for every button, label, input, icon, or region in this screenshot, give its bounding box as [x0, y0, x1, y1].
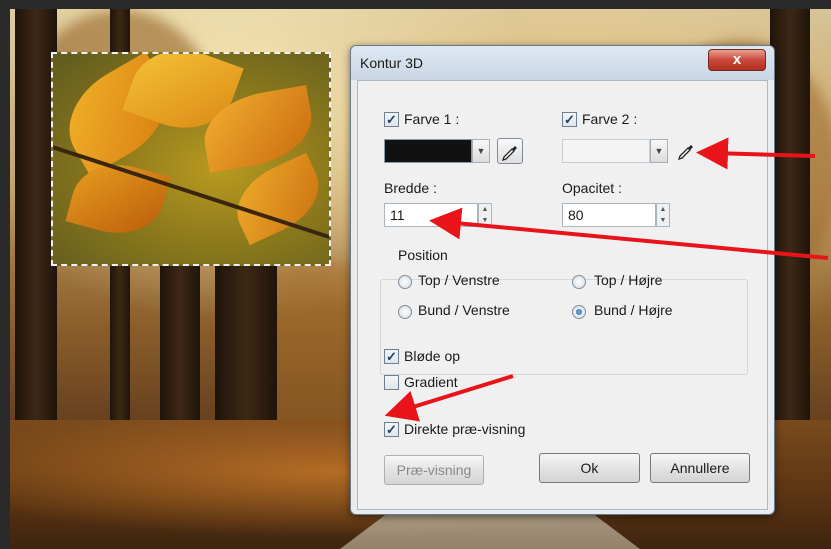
radio-top-left[interactable]: [398, 275, 412, 289]
color1-label: Farve 1 :: [404, 111, 460, 127]
radio-bottom-left[interactable]: [398, 305, 412, 319]
radio-bottom-right-label[interactable]: Bund / Højre: [594, 302, 673, 318]
kontur-3d-dialog: Kontur 3D x ✓ Farve 1 : ▼ ✓ Farve 2 : ▼: [350, 45, 775, 515]
soften-label[interactable]: Bløde op: [404, 348, 460, 364]
opacity-spinner[interactable]: ▲ ▼: [656, 203, 670, 227]
color1-dropdown[interactable]: ▼: [472, 139, 490, 163]
color2-label: Farve 2 :: [582, 111, 638, 127]
color1-swatch[interactable]: [384, 139, 472, 163]
spinner-up-icon[interactable]: ▲: [657, 204, 669, 215]
radio-top-right[interactable]: [572, 275, 586, 289]
spinner-up-icon[interactable]: ▲: [479, 204, 491, 215]
radio-bottom-left-label[interactable]: Bund / Venstre: [418, 302, 510, 318]
color2-dropdown[interactable]: ▼: [650, 139, 668, 163]
dialog-title: Kontur 3D: [360, 55, 424, 71]
color2-checkbox[interactable]: ✓: [562, 112, 577, 127]
chevron-down-icon: ▼: [654, 146, 664, 156]
position-label: Position: [398, 247, 448, 263]
live-preview-label[interactable]: Direkte præ-visning: [404, 421, 525, 437]
soften-checkbox[interactable]: ✓: [384, 349, 399, 364]
color2-swatch[interactable]: [562, 139, 650, 163]
live-preview-checkbox[interactable]: ✓: [384, 422, 399, 437]
close-icon: x: [732, 51, 742, 68]
radio-bottom-right[interactable]: [572, 305, 586, 319]
width-input[interactable]: 11: [384, 203, 478, 227]
eyedropper-icon: [677, 145, 693, 161]
spinner-down-icon[interactable]: ▼: [479, 215, 491, 226]
cancel-button[interactable]: Annullere: [650, 453, 750, 483]
spinner-down-icon[interactable]: ▼: [657, 215, 669, 226]
width-label: Bredde :: [384, 180, 437, 196]
color1-eyedropper-button[interactable]: [497, 138, 523, 164]
width-spinner[interactable]: ▲ ▼: [478, 203, 492, 227]
color2-eyedropper-button[interactable]: [674, 138, 700, 164]
eyedropper-icon: [501, 146, 517, 162]
gradient-checkbox[interactable]: [384, 375, 399, 390]
dialog-titlebar[interactable]: Kontur 3D x: [351, 46, 774, 80]
chevron-down-icon: ▼: [476, 146, 486, 156]
color1-checkbox[interactable]: ✓: [384, 112, 399, 127]
opacity-input[interactable]: 80: [562, 203, 656, 227]
radio-top-right-label[interactable]: Top / Højre: [594, 272, 662, 288]
window-frame-left: [0, 0, 10, 549]
ok-button[interactable]: Ok: [539, 453, 640, 483]
window-frame-top: [0, 0, 831, 9]
dialog-body: ✓ Farve 1 : ▼ ✓ Farve 2 : ▼ Bredde : 11 …: [357, 80, 768, 510]
radio-top-left-label[interactable]: Top / Venstre: [418, 272, 500, 288]
gradient-label[interactable]: Gradient: [404, 374, 458, 390]
opacity-label: Opacitet :: [562, 180, 622, 196]
leaf-image-selection[interactable]: [51, 52, 331, 266]
close-button[interactable]: x: [708, 49, 766, 71]
preview-button[interactable]: Præ-visning: [384, 455, 484, 485]
